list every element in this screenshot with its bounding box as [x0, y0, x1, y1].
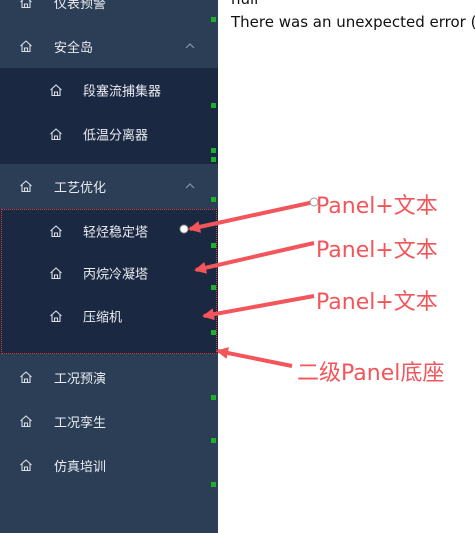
- home-icon: [20, 0, 32, 9]
- annotation-panel-text: Panel+文本: [316, 238, 438, 263]
- home-icon: [20, 415, 32, 428]
- sidebar-item-condition-preview[interactable]: 工况预演: [0, 355, 218, 399]
- annotation-panel-text: Panel+文本: [316, 194, 438, 219]
- status-indicator: [211, 243, 216, 248]
- annotation-panel-text: Panel+文本: [316, 290, 438, 315]
- home-icon: [20, 40, 32, 53]
- sub-item-label: 段塞流捕集器: [83, 84, 162, 100]
- error-null-text: null: [231, 0, 258, 8]
- status-indicator: [211, 148, 216, 153]
- sub-item-low-temp-separator[interactable]: 低温分离器: [0, 112, 218, 156]
- error-message: There was an unexpected error (: [231, 13, 475, 31]
- sidebar-item-simulation-training[interactable]: 仿真培训: [0, 443, 218, 487]
- status-indicator: [211, 330, 216, 335]
- home-icon: [20, 459, 32, 472]
- annotation-secondary-panel-base: 二级Panel底座: [297, 361, 445, 386]
- status-indicator: [211, 482, 216, 487]
- status-indicator: [211, 157, 216, 162]
- status-indicator: [211, 103, 216, 108]
- sidebar-item-condition-twin[interactable]: 工况孪生: [0, 399, 218, 443]
- status-indicator: [211, 197, 216, 202]
- sidebar: 仪表预警 安全岛 段塞流捕集器 低温分离器 工艺优化 轻烃稳定塔 丙烷冷凝塔 压…: [0, 0, 218, 533]
- home-icon: [50, 84, 62, 97]
- sidebar-item-instrument-warning[interactable]: 仪表预警: [0, 0, 218, 24]
- home-icon: [20, 371, 32, 384]
- submenu-safety-island: 段塞流捕集器 低温分离器: [0, 68, 218, 164]
- annotation-arrow: [216, 347, 293, 368]
- status-indicator: [211, 17, 216, 22]
- chevron-up-icon[interactable]: [184, 181, 196, 191]
- status-indicator: [211, 285, 216, 290]
- sidebar-item-process-optimization[interactable]: 工艺优化: [0, 164, 218, 208]
- sub-item-slug-catcher[interactable]: 段塞流捕集器: [0, 68, 218, 112]
- sidebar-item-label: 工况孪生: [54, 415, 107, 431]
- annotation-arrow: [202, 294, 315, 321]
- status-indicator: [211, 438, 216, 443]
- sidebar-item-label: 仪表预警: [54, 0, 107, 12]
- secondary-panel-outline: [1, 209, 217, 354]
- sidebar-item-label: 工艺优化: [54, 180, 107, 196]
- sub-item-label: 低温分离器: [83, 128, 149, 144]
- sidebar-item-label: 工况预演: [54, 371, 107, 387]
- home-icon: [50, 128, 62, 141]
- status-indicator: [211, 395, 216, 400]
- sidebar-item-label: 安全岛: [54, 40, 94, 56]
- sidebar-item-label: 仿真培训: [54, 459, 107, 475]
- home-icon: [20, 180, 32, 193]
- chevron-up-icon[interactable]: [184, 41, 196, 51]
- sidebar-item-safety-island[interactable]: 安全岛: [0, 24, 218, 68]
